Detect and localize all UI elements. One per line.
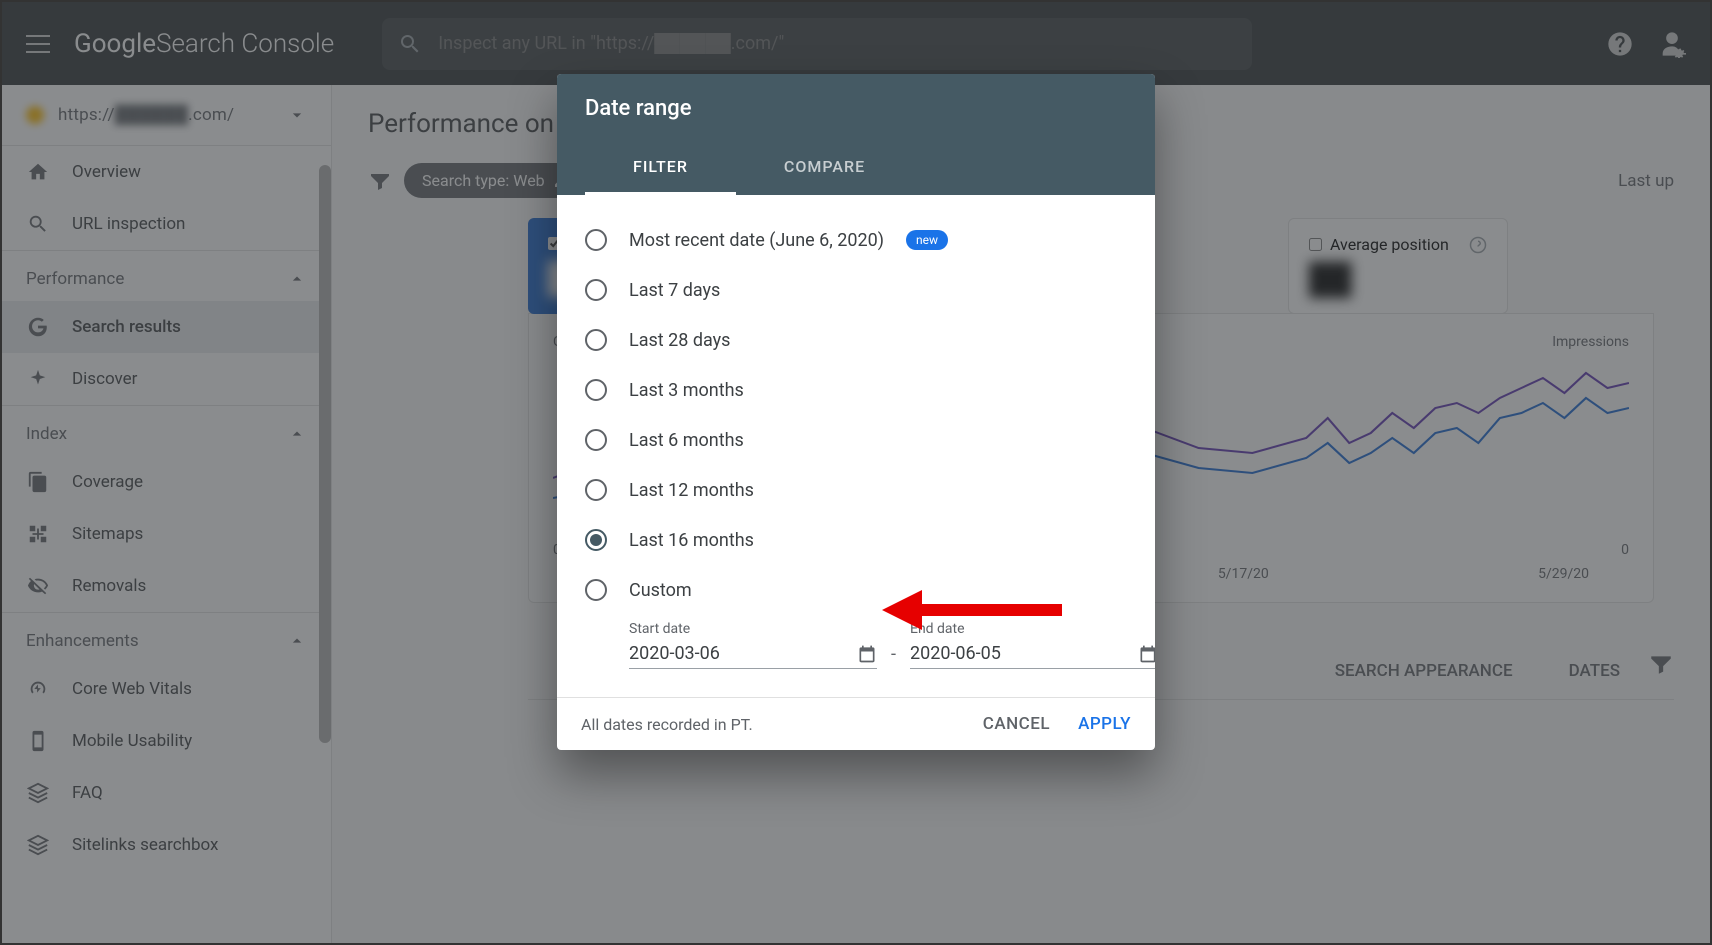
modal-tab-compare[interactable]: COMPARE <box>736 141 913 195</box>
modal-title: Date range <box>585 96 1127 121</box>
radio-16-months[interactable]: Last 16 months <box>585 515 1127 565</box>
radio-label: Custom <box>629 580 692 601</box>
modal-body: Most recent date (June 6, 2020) new Last… <box>557 195 1155 697</box>
radio-icon <box>585 229 607 251</box>
new-badge: new <box>906 230 948 250</box>
radio-icon <box>585 579 607 601</box>
radio-label: Last 6 months <box>629 430 744 451</box>
radio-label: Last 12 months <box>629 480 754 501</box>
radio-label: Last 16 months <box>629 530 754 551</box>
radio-icon <box>585 329 607 351</box>
annotation-arrow <box>882 585 1062 635</box>
radio-icon-checked <box>585 529 607 551</box>
modal-header: Date range FILTER COMPARE <box>557 74 1155 195</box>
apply-button[interactable]: APPLY <box>1078 714 1131 734</box>
date-range-modal: Date range FILTER COMPARE Most recent da… <box>557 74 1155 750</box>
radio-most-recent[interactable]: Most recent date (June 6, 2020) new <box>585 215 1127 265</box>
radio-12-months[interactable]: Last 12 months <box>585 465 1127 515</box>
radio-icon <box>585 479 607 501</box>
radio-icon <box>585 429 607 451</box>
radio-7-days[interactable]: Last 7 days <box>585 265 1127 315</box>
radio-label: Last 3 months <box>629 380 744 401</box>
radio-icon <box>585 379 607 401</box>
radio-28-days[interactable]: Last 28 days <box>585 315 1127 365</box>
start-date-field[interactable]: Start date <box>629 621 877 669</box>
cancel-button[interactable]: CANCEL <box>983 714 1050 734</box>
radio-3-months[interactable]: Last 3 months <box>585 365 1127 415</box>
calendar-icon[interactable] <box>857 644 877 664</box>
radio-6-months[interactable]: Last 6 months <box>585 415 1127 465</box>
modal-footer: All dates recorded in PT. CANCEL APPLY <box>557 697 1155 750</box>
radio-label: Last 7 days <box>629 280 720 301</box>
footer-note: All dates recorded in PT. <box>581 715 753 734</box>
end-date-input[interactable] <box>910 643 1138 664</box>
date-label: Start date <box>629 621 877 637</box>
radio-label: Most recent date (June 6, 2020) <box>629 230 884 251</box>
radio-icon <box>585 279 607 301</box>
radio-label: Last 28 days <box>629 330 730 351</box>
modal-overlay[interactable]: Date range FILTER COMPARE Most recent da… <box>2 2 1710 943</box>
date-range-dash: - <box>891 644 896 665</box>
start-date-input[interactable] <box>629 643 857 664</box>
calendar-icon[interactable] <box>1138 644 1155 664</box>
modal-tab-filter[interactable]: FILTER <box>585 141 736 195</box>
